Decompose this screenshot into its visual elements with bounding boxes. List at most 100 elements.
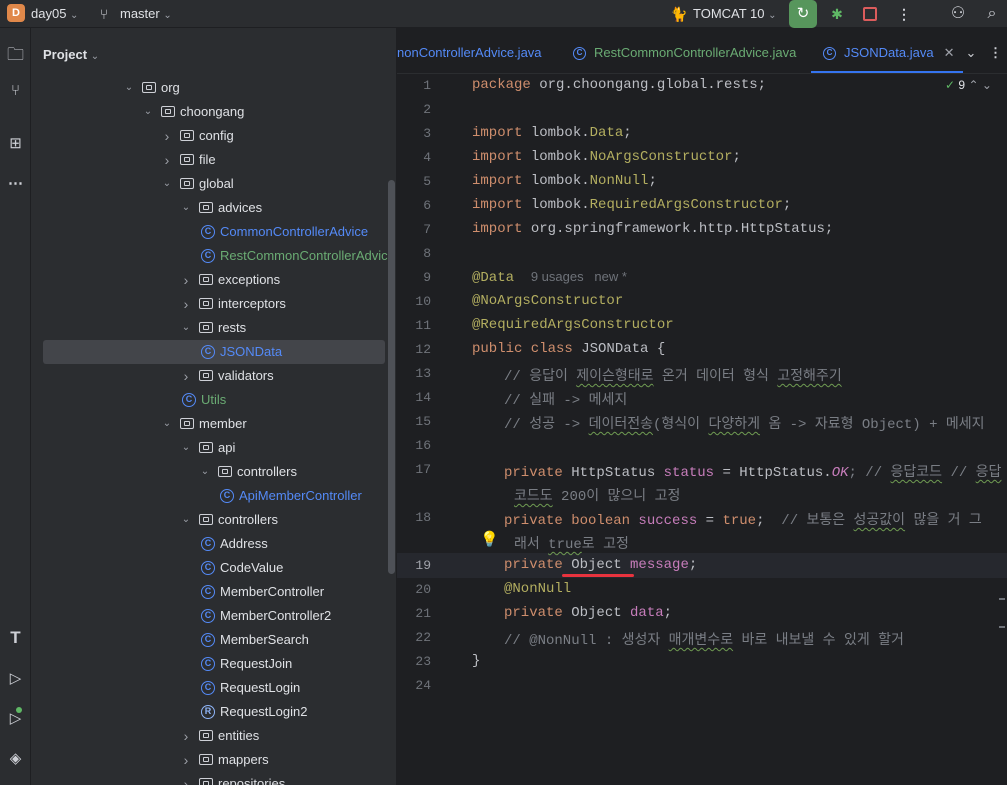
tree-item[interactable]: C MemberController — [31, 580, 396, 604]
chevron-down-icon[interactable]: ⌄ — [161, 412, 173, 436]
tab-list-button[interactable]: ⌄ — [961, 28, 981, 73]
chevron-down-icon[interactable]: ⌄ — [199, 460, 211, 484]
tree-item[interactable]: › config — [31, 124, 396, 148]
tree-item[interactable]: C MemberSearch — [31, 628, 396, 652]
tree-item[interactable]: › mappers — [31, 748, 396, 772]
layers-icon[interactable]: ◈ — [0, 749, 31, 767]
tree-item[interactable]: C RequestLogin — [31, 676, 396, 700]
tree-item[interactable]: C Address — [31, 532, 396, 556]
search-icon[interactable]: ⌕ — [981, 0, 1003, 28]
chevron-right-icon[interactable]: › — [180, 268, 192, 292]
line-number[interactable]: 14 — [397, 390, 431, 405]
tree-item[interactable]: › interceptors — [31, 292, 396, 316]
line-number[interactable]: 1 — [397, 78, 431, 93]
tree-item[interactable]: C MemberController2 — [31, 604, 396, 628]
line-number[interactable]: 13 — [397, 366, 431, 381]
chevron-right-icon[interactable]: › — [180, 772, 192, 785]
rerun-button[interactable]: ↻ — [789, 0, 817, 28]
tree-item[interactable]: › repositories — [31, 772, 396, 785]
tree-item[interactable]: › file — [31, 148, 396, 172]
chevron-down-icon[interactable]: ⌄ — [180, 508, 192, 532]
tab-jsondata[interactable]: C JSONData.java ✕ — [811, 28, 963, 73]
tree-item[interactable]: ⌄ api — [31, 436, 396, 460]
chevron-down-icon[interactable]: ⌄ — [180, 436, 192, 460]
chevron-right-icon[interactable]: › — [161, 124, 173, 148]
tree-item[interactable]: ⌄ choongang — [31, 100, 396, 124]
line-number[interactable]: 4 — [397, 150, 431, 165]
editor-more-icon[interactable]: ⋮ — [989, 28, 1007, 73]
line-number[interactable]: 10 — [397, 294, 431, 309]
chevron-down-icon[interactable]: ⌄ — [161, 172, 173, 196]
line-number[interactable]: 6 — [397, 198, 431, 213]
line-number[interactable]: 12 — [397, 342, 431, 357]
tree-item[interactable]: C CommonControllerAdvice — [31, 220, 396, 244]
line-number[interactable]: 5 — [397, 174, 431, 189]
run-config-dropdown[interactable]: TOMCAT 10 ⌄ — [693, 6, 777, 21]
editor-tab[interactable]: C RestCommonControllerAdvice.java — [573, 28, 796, 73]
editor-tab[interactable]: nonControllerAdvice.java — [397, 28, 542, 73]
close-icon[interactable]: ✕ — [944, 45, 955, 60]
line-number[interactable]: 3 — [397, 126, 431, 141]
lightbulb-icon[interactable]: 💡 — [480, 530, 499, 548]
vcs-commit-icon[interactable]: ⑂ — [0, 82, 31, 99]
tree-item[interactable]: C RequestJoin — [31, 652, 396, 676]
line-number[interactable]: 9 — [397, 270, 431, 285]
line-number[interactable]: 20 — [397, 582, 431, 597]
run-icon[interactable]: ▷ — [0, 707, 31, 727]
usages-hint[interactable]: 9 usages new * — [531, 269, 627, 284]
debug-button[interactable]: ✱ — [825, 0, 849, 28]
chevron-down-icon[interactable]: ⌄ — [180, 196, 192, 220]
tree-item[interactable]: ⌄ controllers — [31, 460, 396, 484]
project-name-dropdown[interactable]: day05 ⌄ — [31, 6, 78, 21]
tree-item[interactable]: ⌄ org — [31, 76, 396, 100]
chevron-right-icon[interactable]: › — [180, 292, 192, 316]
line-number[interactable]: 18 — [397, 510, 431, 525]
terminal-icon[interactable]: T — [0, 628, 31, 648]
tree-item[interactable]: ⌄ rests — [31, 316, 396, 340]
project-panel-header[interactable]: Project ⌄ — [43, 47, 99, 62]
chevron-right-icon[interactable]: › — [180, 748, 192, 772]
tree-item[interactable]: C CodeValue — [31, 556, 396, 580]
line-number[interactable]: 19 — [397, 558, 431, 573]
line-number[interactable]: 15 — [397, 414, 431, 429]
tree-item[interactable]: ⌄ global — [31, 172, 396, 196]
line-number[interactable]: 7 — [397, 222, 431, 237]
line-number[interactable]: 22 — [397, 630, 431, 645]
tree-item[interactable]: C RestCommonControllerAdvice — [31, 244, 396, 268]
line-number[interactable]: 17 — [397, 462, 431, 477]
line-number[interactable]: 8 — [397, 246, 431, 261]
line-number[interactable]: 11 — [397, 318, 431, 333]
line-number[interactable]: 21 — [397, 606, 431, 621]
chevron-down-icon[interactable]: ⌄ — [180, 316, 192, 340]
line-number[interactable]: 2 — [397, 102, 431, 117]
more-tools-icon[interactable]: ⋯ — [0, 174, 31, 192]
project-badge[interactable]: D — [7, 4, 25, 22]
chevron-right-icon[interactable]: › — [161, 148, 173, 172]
chevron-right-icon[interactable]: › — [180, 724, 192, 748]
tree-scrollbar[interactable] — [388, 180, 395, 574]
tree-item[interactable]: › validators — [31, 364, 396, 388]
structure-icon[interactable]: ⊞ — [0, 134, 31, 152]
line-number[interactable]: 16 — [397, 438, 431, 453]
project-folder-icon[interactable]: 🗀 — [0, 42, 31, 71]
tree-item[interactable]: R RequestLogin2 — [31, 700, 396, 724]
line-number[interactable]: 23 — [397, 654, 431, 669]
tree-item[interactable]: ⌄ member — [31, 412, 396, 436]
tree-item[interactable]: C JSONData — [43, 340, 385, 364]
services-icon[interactable]: ▷ — [0, 669, 31, 687]
tree-item[interactable]: › exceptions — [31, 268, 396, 292]
chevron-down-icon[interactable]: ⌄ — [123, 76, 135, 100]
stop-button[interactable] — [857, 1, 883, 27]
line-number[interactable]: 24 — [397, 678, 431, 693]
chevron-right-icon[interactable]: › — [180, 364, 192, 388]
tree-item[interactable]: ⌄ advices — [31, 196, 396, 220]
chevron-down-icon[interactable]: ⌄ — [142, 100, 154, 124]
tree-item[interactable]: C ApiMemberController — [31, 484, 396, 508]
branch-dropdown[interactable]: master ⌄ — [120, 6, 172, 21]
add-user-icon[interactable]: ⚇ — [946, 0, 970, 28]
inspection-widget[interactable]: ✓ 9 ⌃ ⌄ — [945, 78, 992, 92]
tree-item[interactable]: ⌄ controllers — [31, 508, 396, 532]
more-actions-icon[interactable]: ⋮ — [893, 0, 915, 28]
tree-item[interactable]: C Utils — [31, 388, 396, 412]
tree-item[interactable]: › entities — [31, 724, 396, 748]
